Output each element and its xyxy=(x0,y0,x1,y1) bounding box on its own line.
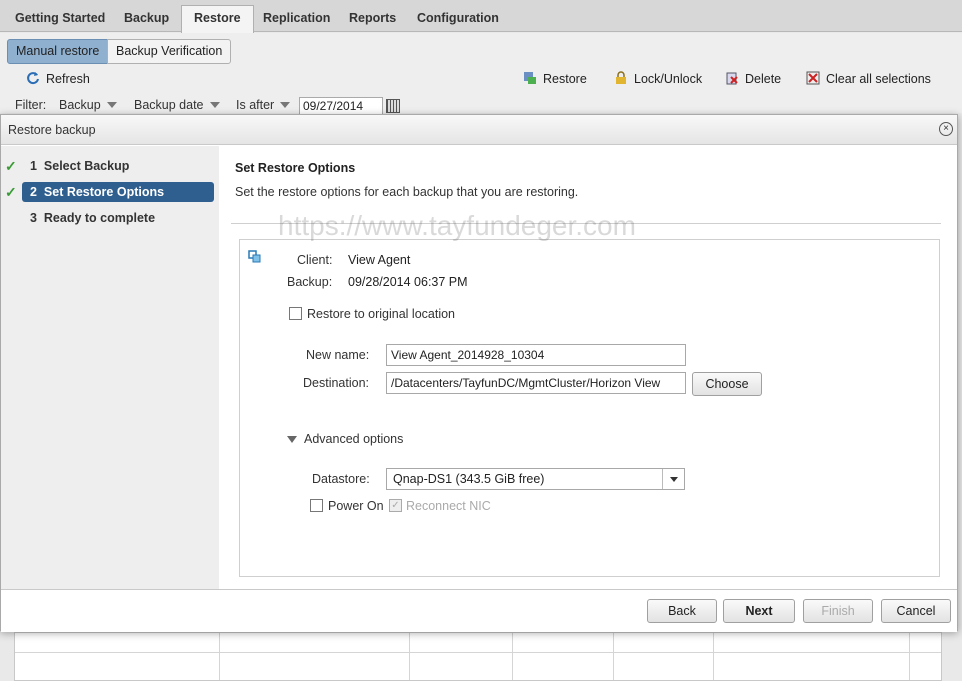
clear-selections-label: Clear all selections xyxy=(826,72,931,86)
delete-label: Delete xyxy=(745,72,782,86)
choose-button[interactable]: Choose xyxy=(692,372,762,396)
tab-getting-started[interactable]: Getting Started xyxy=(15,6,105,32)
restore-button[interactable]: Restore xyxy=(523,70,587,88)
client-value: View Agent xyxy=(348,253,411,267)
lock-unlock-button[interactable]: Lock/Unlock xyxy=(614,70,702,88)
filter-date-input[interactable]: 09/27/2014 xyxy=(299,97,383,115)
dialog-footer: Back Next Finish Cancel xyxy=(1,589,957,632)
finish-button[interactable]: Finish xyxy=(803,599,873,623)
restore-backup-dialog: Restore backup × ✓ 1 Select Backup ✓ 2 S… xyxy=(0,114,958,632)
back-button[interactable]: Back xyxy=(647,599,717,623)
next-button[interactable]: Next xyxy=(723,599,795,623)
delete-icon xyxy=(726,72,738,85)
refresh-button[interactable]: Refresh xyxy=(26,70,90,88)
table-column-divider xyxy=(409,633,410,680)
vm-icon xyxy=(248,250,261,263)
restore-toolbar-area: Manual restore Backup Verification Refre… xyxy=(0,33,962,115)
power-on-label: Power On xyxy=(328,499,384,513)
lock-unlock-label: Lock/Unlock xyxy=(634,72,703,86)
destination-label: Destination: xyxy=(303,376,370,390)
table-column-divider xyxy=(613,633,614,680)
filter-backup-dropdown[interactable]: Backup xyxy=(59,98,117,112)
filter-backup-date-dropdown[interactable]: Backup date xyxy=(134,98,220,112)
step-label: Set Restore Options xyxy=(43,185,165,199)
collapse-triangle-icon[interactable] xyxy=(287,436,297,443)
table-column-divider xyxy=(713,633,714,680)
datastore-label: Datastore: xyxy=(312,472,370,486)
filter-backup-date-label: Backup date xyxy=(134,98,204,112)
client-label: Client: xyxy=(297,253,333,267)
tab-replication[interactable]: Replication xyxy=(263,6,330,32)
new-name-label: New name: xyxy=(306,348,370,362)
refresh-icon xyxy=(27,72,39,85)
backup-label: Backup: xyxy=(287,275,333,289)
table-column-divider xyxy=(512,633,513,680)
tab-backup[interactable]: Backup xyxy=(124,6,169,32)
page-title: Set Restore Options xyxy=(235,161,356,175)
step-ready-to-complete[interactable]: 3 Ready to complete xyxy=(22,208,214,228)
step-label: Select Backup xyxy=(43,159,130,173)
filter-is-after-dropdown[interactable]: Is after xyxy=(236,98,291,112)
check-icon: ✓ xyxy=(5,158,17,174)
tab-reports[interactable]: Reports xyxy=(349,6,396,32)
new-name-input[interactable]: View Agent_2014928_10304 xyxy=(386,344,686,366)
restore-original-label: Restore to original location xyxy=(307,307,455,321)
table-row xyxy=(15,652,941,653)
step-number: 2 xyxy=(30,185,37,199)
restore-icon xyxy=(524,72,536,84)
restore-original-checkbox[interactable] xyxy=(289,307,302,320)
watermark: https://www.tayfundeger.com xyxy=(278,210,636,241)
step-set-restore-options[interactable]: 2 Set Restore Options xyxy=(22,182,214,202)
clear-selections-icon xyxy=(806,71,820,85)
page-description: Set the restore options for each backup … xyxy=(235,185,579,199)
backup-verification-tab[interactable]: Backup Verification xyxy=(107,39,232,64)
tab-configuration[interactable]: Configuration xyxy=(417,6,499,32)
cancel-button[interactable]: Cancel xyxy=(881,599,951,623)
datastore-select[interactable]: Qnap-DS1 (343.5 GiB free) xyxy=(386,468,685,490)
power-on-checkbox[interactable] xyxy=(310,499,323,512)
step-number: 1 xyxy=(30,159,37,173)
restore-options-panel: Client: View Agent Backup: 09/28/2014 06… xyxy=(239,239,940,577)
manual-restore-tab[interactable]: Manual restore xyxy=(7,39,109,64)
wizard-steps: ✓ 1 Select Backup ✓ 2 Set Restore Option… xyxy=(1,146,219,589)
main-tabs: Getting Started Backup Restore Replicati… xyxy=(0,0,962,33)
chevron-down-icon xyxy=(106,102,117,108)
backup-table xyxy=(14,632,942,681)
delete-button[interactable]: Delete xyxy=(725,70,781,88)
refresh-label: Refresh xyxy=(46,72,90,86)
table-column-divider xyxy=(219,633,220,680)
backup-value: 09/28/2014 06:37 PM xyxy=(348,275,468,289)
advanced-options-toggle[interactable]: Advanced options xyxy=(304,432,403,446)
restore-label: Restore xyxy=(543,72,587,86)
destination-input[interactable]: /Datacenters/TayfunDC/MgmtCluster/Horizo… xyxy=(386,372,686,394)
filter-is-after-label: Is after xyxy=(236,98,275,112)
close-icon[interactable]: × xyxy=(939,122,953,136)
table-column-divider xyxy=(909,633,910,680)
reconnect-nic-label: Reconnect NIC xyxy=(406,499,491,513)
calendar-icon[interactable] xyxy=(386,99,400,113)
step-select-backup[interactable]: 1 Select Backup xyxy=(22,156,214,176)
step-label: Ready to complete xyxy=(43,211,156,225)
lock-icon xyxy=(616,71,626,84)
step-number: 3 xyxy=(30,211,37,225)
clear-selections-button[interactable]: Clear all selections xyxy=(806,70,931,88)
filter-backup-label: Backup xyxy=(59,98,101,112)
datastore-value: Qnap-DS1 (343.5 GiB free) xyxy=(393,472,545,486)
check-icon: ✓ xyxy=(5,184,17,200)
reconnect-nic-checkbox[interactable]: ✓ xyxy=(389,499,402,512)
chevron-down-icon xyxy=(280,102,291,108)
chevron-down-icon xyxy=(662,469,684,489)
chevron-down-icon xyxy=(209,102,220,108)
dialog-title: Restore backup xyxy=(8,123,96,137)
dialog-header: Restore backup × xyxy=(1,115,957,145)
tab-restore[interactable]: Restore xyxy=(181,5,254,33)
filter-label: Filter: xyxy=(15,98,47,112)
